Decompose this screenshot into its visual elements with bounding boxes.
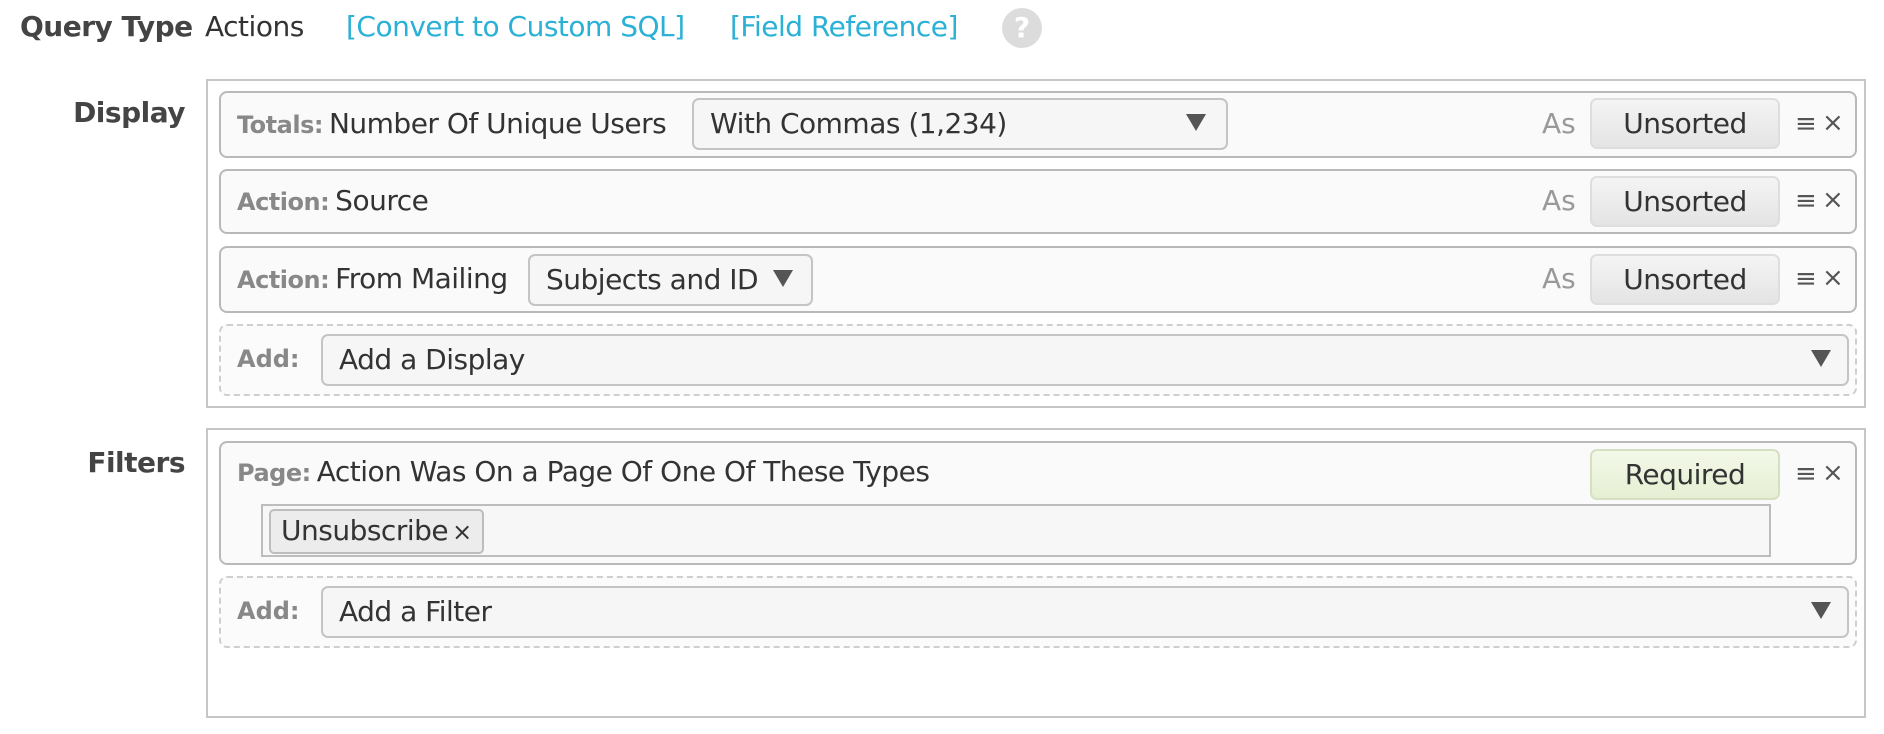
filters-section-label: Filters [87, 446, 185, 479]
filter-row-page-type: Page: Action Was On a Page Of One Of Thes… [219, 441, 1857, 565]
chevron-down-icon [1811, 602, 1831, 619]
tag-unsubscribe: Unsubscribe × [269, 509, 484, 554]
tag-label: Unsubscribe [281, 514, 449, 547]
row-field: From Mailing [335, 262, 508, 295]
as-label: As [1542, 262, 1576, 295]
chevron-down-icon [773, 270, 793, 287]
query-type-value: Actions [205, 10, 304, 43]
as-label: As [1542, 107, 1576, 140]
reorder-handle-icon[interactable]: ≡ [1795, 188, 1817, 214]
display-section-label: Display [73, 96, 185, 129]
chevron-down-icon [1186, 114, 1206, 131]
add-display-placeholder: Add a Display [339, 343, 525, 376]
add-label: Add: [237, 597, 300, 625]
reorder-handle-icon[interactable]: ≡ [1795, 111, 1817, 137]
sort-button[interactable]: Unsorted [1590, 254, 1780, 305]
field-reference-link[interactable]: [Field Reference] [730, 10, 958, 43]
as-label: As [1542, 184, 1576, 217]
add-display-row: Add: Add a Display [219, 324, 1857, 396]
sort-button[interactable]: Unsorted [1590, 176, 1780, 227]
row-category: Action: [237, 188, 330, 216]
remove-icon[interactable]: × [1822, 110, 1844, 136]
mailing-format-select[interactable]: Subjects and ID [528, 254, 813, 306]
row-category: Page: [237, 459, 311, 487]
query-type-label: Query Type [20, 10, 193, 43]
row-field: Source [335, 184, 429, 217]
reorder-handle-icon[interactable]: ≡ [1795, 266, 1817, 292]
remove-icon[interactable]: × [1822, 460, 1844, 486]
chevron-down-icon [1811, 350, 1831, 367]
add-filter-select[interactable]: Add a Filter [321, 586, 1849, 638]
required-button[interactable]: Required [1590, 449, 1780, 500]
add-filter-placeholder: Add a Filter [339, 595, 492, 628]
remove-icon[interactable]: × [1822, 187, 1844, 213]
convert-to-custom-sql-link[interactable]: [Convert to Custom SQL] [346, 10, 685, 43]
sort-button[interactable]: Unsorted [1590, 98, 1780, 149]
row-field: Number Of Unique Users [328, 107, 667, 140]
reorder-handle-icon[interactable]: ≡ [1795, 461, 1817, 487]
page-type-tag-input[interactable]: Unsubscribe × [261, 504, 1771, 557]
display-row-from-mailing: Action: From Mailing Subjects and ID As U… [219, 246, 1857, 313]
row-field: Action Was On a Page Of One Of These Typ… [316, 455, 930, 488]
mailing-format-value: Subjects and ID [546, 263, 759, 296]
remove-icon[interactable]: × [1822, 265, 1844, 291]
row-category: Totals: [237, 111, 323, 139]
add-display-select[interactable]: Add a Display [321, 334, 1849, 386]
help-icon[interactable]: ? [1002, 8, 1042, 48]
add-filter-row: Add: Add a Filter [219, 576, 1857, 648]
number-format-value: With Commas (1,234) [710, 107, 1007, 140]
number-format-select[interactable]: With Commas (1,234) [692, 98, 1228, 150]
display-row-totals: Totals: Number Of Unique Users With Comma… [219, 91, 1857, 158]
add-label: Add: [237, 345, 300, 373]
row-category: Action: [237, 266, 330, 294]
display-row-source: Action: Source As Unsorted ≡ × [219, 169, 1857, 234]
tag-remove-icon[interactable]: × [452, 518, 472, 546]
